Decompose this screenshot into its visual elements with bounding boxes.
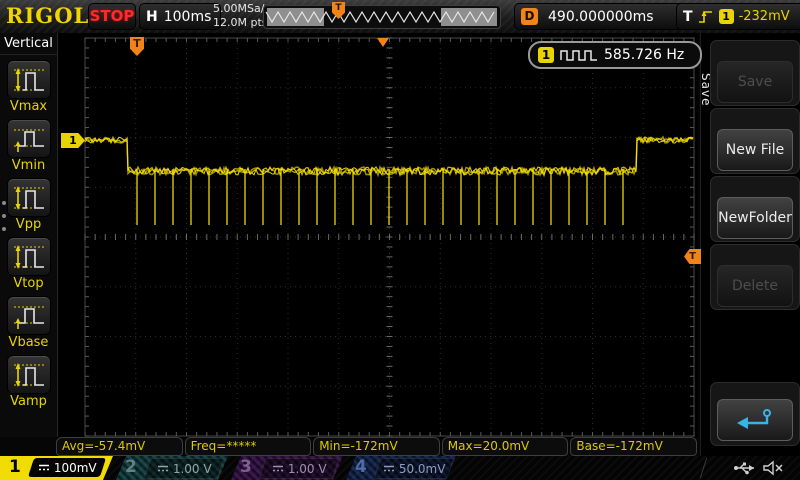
- menu-page-dots: [2, 201, 6, 231]
- header-bar: RIGOL STOP H 100ms 5.00MSa/s 12.0M pts T…: [0, 0, 800, 34]
- channel-4-status[interactable]: 4 50.0mV: [346, 456, 456, 480]
- vbase-label: Vbase: [8, 335, 49, 350]
- channel-status-bar: 1 100mV 2 1.00 V 3 1.00 V 4 50.0mV: [0, 456, 800, 480]
- channel-4-number: 4: [355, 457, 367, 477]
- delay-badge: D: [521, 8, 538, 25]
- delay-value: 490.000000ms: [548, 8, 654, 25]
- vamp-icon: [6, 355, 51, 394]
- sample-rate: 5.00MSa/s: [213, 2, 271, 15]
- channel-1-volts-div: 100mV: [53, 460, 97, 475]
- menu-item-vmax[interactable]: Vmax: [5, 60, 53, 114]
- run-state-indicator[interactable]: STOP: [88, 3, 136, 30]
- square-wave-icon: [560, 50, 597, 61]
- memory-depth: 12.0M pts: [213, 16, 268, 29]
- softkey-slot-3: NewFolder: [710, 176, 800, 242]
- softkey-slot-2: New File: [710, 108, 800, 174]
- trigger-box[interactable]: T 1 -232mV: [676, 3, 800, 30]
- menu-item-vamp[interactable]: Vamp: [5, 355, 53, 409]
- channel-4-volts-div: 50.0mV: [398, 461, 446, 476]
- vmax-label: Vmax: [9, 99, 48, 114]
- measurement-bar: Avg=-57.4mV Freq=***** Min=-172mV Max=20…: [56, 437, 697, 456]
- vmin-label: Vmin: [11, 158, 46, 173]
- menu-item-vmin[interactable]: Vmin: [5, 119, 53, 173]
- delay-box[interactable]: D 490.000000ms: [514, 3, 684, 30]
- vmin-icon: [6, 119, 51, 158]
- trigger-level-value: -232mV: [738, 9, 790, 24]
- channel-1-scale: 100mV: [28, 458, 106, 477]
- dc-coupling-icon: [38, 463, 50, 472]
- waveform-display: T 1 T: [58, 33, 701, 438]
- freq-channel-badge: 1: [538, 47, 554, 63]
- speaker-muted-icon: [763, 460, 783, 476]
- channel-3-number: 3: [240, 457, 252, 477]
- menu-item-vtop[interactable]: Vtop: [5, 237, 53, 291]
- trigger-label: T: [683, 8, 693, 25]
- channel-4-scale: 50.0mV: [374, 458, 455, 479]
- channel-1-number: 1: [9, 457, 21, 477]
- channel-1-status[interactable]: 1 100mV: [0, 456, 113, 480]
- frequency-counter: 1 585.726 Hz: [528, 41, 702, 69]
- vtop-label: Vtop: [13, 276, 44, 291]
- rising-edge-icon: [698, 10, 712, 23]
- usb-icon: [734, 462, 754, 475]
- menu-title: Vertical: [0, 33, 57, 55]
- channel-2-scale: 1.00 V: [144, 458, 225, 479]
- dc-coupling-icon: [383, 464, 395, 473]
- channel-3-status[interactable]: 3 1.00 V: [231, 456, 343, 480]
- softkey-slot-4: Delete: [710, 244, 800, 310]
- measurement-freq: Freq=*****: [184, 437, 312, 456]
- measurement-avg: Avg=-57.4mV: [56, 437, 183, 456]
- channel-2-volts-div: 1.00 V: [172, 461, 212, 476]
- vamp-label: Vamp: [10, 394, 47, 409]
- thumbnail-wave: [265, 8, 497, 26]
- vmax-icon: [6, 60, 51, 99]
- rigol-logo: RIGOL: [6, 3, 90, 28]
- acquisition-info: 5.00MSa/s 12.0M pts: [213, 2, 270, 30]
- memory-position-thumbnail[interactable]: [263, 5, 501, 29]
- frequency-value: 585.726 Hz: [604, 47, 685, 63]
- back-button[interactable]: [717, 399, 793, 441]
- horizontal-timebase-box[interactable]: H 100ms: [139, 3, 221, 30]
- dc-coupling-icon: [272, 464, 284, 473]
- softkey-slot-1: Save: [710, 40, 800, 106]
- vbase-icon: [6, 296, 51, 335]
- measurement-base: Base=-172mV: [570, 437, 697, 456]
- timebase-value: 100ms: [163, 8, 212, 25]
- channel-2-status[interactable]: 2 1.00 V: [116, 456, 228, 480]
- channel-3-scale: 1.00 V: [259, 458, 340, 479]
- delete-button[interactable]: Delete: [717, 265, 793, 307]
- graticule-and-trace: [84, 37, 695, 437]
- vtop-icon: [6, 237, 51, 276]
- channel-2-number: 2: [125, 457, 137, 477]
- menu-item-vpp[interactable]: Vpp: [5, 178, 53, 232]
- vpp-icon: [6, 178, 51, 217]
- right-soft-menu: Save Save New File NewFolder Delete: [699, 33, 800, 456]
- return-arrow-icon: [737, 409, 771, 429]
- new-file-button[interactable]: New File: [717, 129, 793, 171]
- save-button[interactable]: Save: [717, 61, 793, 103]
- softkey-slot-6: [710, 382, 800, 446]
- horizontal-label: H: [146, 8, 158, 25]
- vpp-label: Vpp: [15, 217, 42, 232]
- status-separator: [699, 458, 708, 478]
- menu-item-vbase[interactable]: Vbase: [5, 296, 53, 350]
- measurement-max: Max=20.0mV: [441, 437, 569, 456]
- left-measure-menu: Vertical Vmax Vmin Vpp Vtop Vbase Vamp: [0, 33, 58, 437]
- horizontal-reference-icon[interactable]: [377, 38, 389, 47]
- new-folder-button[interactable]: NewFolder: [717, 197, 793, 239]
- oscilloscope-screen: RIGOL STOP H 100ms 5.00MSa/s 12.0M pts T…: [0, 0, 800, 480]
- measurement-min: Min=-172mV: [313, 437, 440, 456]
- dc-coupling-icon: [157, 464, 169, 473]
- trigger-source-badge: 1: [718, 9, 734, 24]
- channel-3-volts-div: 1.00 V: [287, 461, 327, 476]
